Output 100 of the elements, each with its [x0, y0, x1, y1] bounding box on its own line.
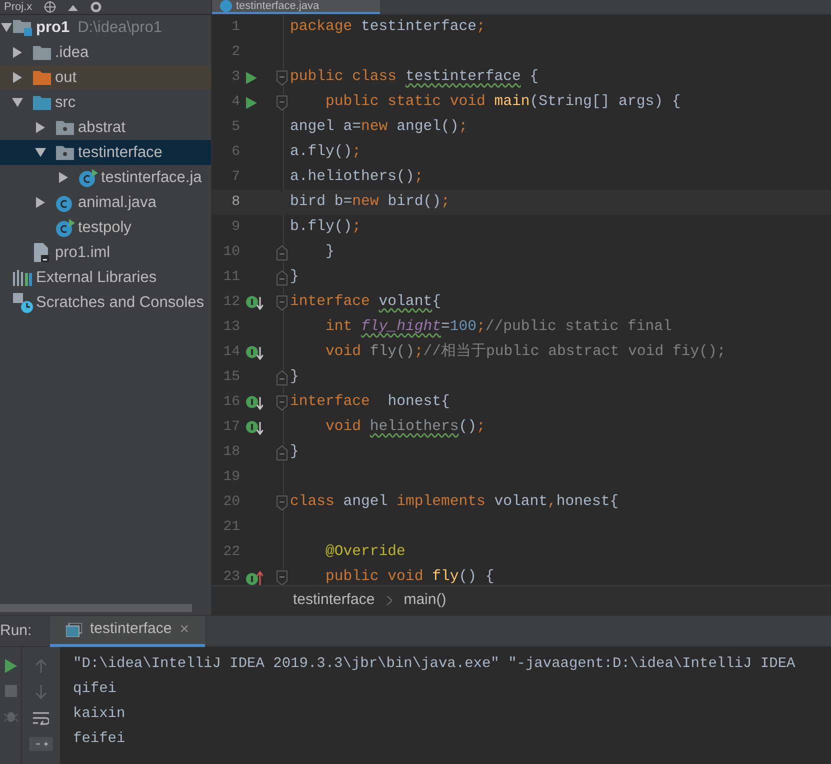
class-icon: [220, 0, 232, 12]
console-line: feifei: [73, 730, 126, 749]
tree-item[interactable]: pro1.iml: [0, 240, 211, 265]
fold-icon[interactable]: [276, 570, 288, 585]
tree-item-label: out: [55, 68, 77, 88]
line-number: 2: [230, 43, 240, 62]
line-number: 8: [230, 193, 240, 212]
line-number: 4: [230, 93, 240, 112]
run-icon[interactable]: [246, 96, 257, 108]
code-text: void heliothers();: [324, 418, 486, 438]
tree-item[interactable]: pro1 D:\idea\pro1: [0, 15, 211, 40]
folder-icon: [33, 45, 51, 60]
folder-icon: [33, 70, 51, 85]
implemented-marker-icon[interactable]: [246, 420, 263, 436]
class-icon: [56, 218, 74, 236]
fold-icon[interactable]: [276, 294, 288, 310]
expanded-arrow-icon[interactable]: [0, 22, 12, 33]
console-line: qifei: [73, 680, 117, 699]
code-text: }: [290, 268, 299, 288]
tree-item[interactable]: External Libraries: [0, 265, 211, 290]
project-path: D:\idea\pro1: [78, 18, 162, 38]
implemented-marker-icon[interactable]: [246, 344, 263, 360]
code-text: void fly();//相当于public abstract void fiy();: [324, 342, 726, 362]
tree-item[interactable]: .idea: [0, 40, 211, 65]
implemented-marker-icon[interactable]: [246, 294, 263, 310]
tree-item[interactable]: animal.java: [0, 190, 211, 215]
soft-wrap-icon[interactable]: [33, 711, 49, 725]
unfold-icon[interactable]: [276, 270, 288, 286]
unfold-icon[interactable]: [276, 244, 288, 260]
line-number: 19: [222, 468, 240, 487]
scratches-icon: [13, 292, 33, 312]
tree-item-label: src: [55, 92, 76, 113]
code-text: interface volant{: [290, 293, 441, 312]
chevron-icon: [386, 596, 392, 605]
breadcrumb[interactable]: main(): [404, 589, 446, 612]
class-icon: [78, 168, 98, 186]
tree-item[interactable]: out: [0, 65, 211, 90]
run-icon[interactable]: [246, 72, 257, 84]
line-number: 10: [222, 243, 240, 262]
collapsed-arrow-icon[interactable]: [58, 172, 68, 183]
console-icon: [66, 622, 82, 636]
tree-item-label: abstrat: [78, 118, 126, 138]
line-number: 11: [222, 268, 240, 287]
package-icon: [56, 145, 74, 160]
collapsed-arrow-icon[interactable]: [12, 72, 22, 83]
code-text: int fly_hight=100;//public static final: [324, 318, 672, 338]
file-icon: [34, 243, 50, 262]
tree-item[interactable]: abstrat: [0, 115, 211, 140]
line-number: 1: [230, 18, 240, 37]
package-icon: [56, 120, 74, 135]
tree-item-label: pro1.iml: [55, 242, 110, 263]
implemented-marker-icon[interactable]: [246, 394, 263, 410]
code-text: b.fly();: [290, 218, 362, 238]
unfold-icon[interactable]: [276, 444, 288, 460]
tree-item[interactable]: testinterface.ja: [0, 165, 211, 190]
breadcrumb[interactable]: testinterface: [293, 589, 375, 612]
editor-tab[interactable]: testinterface.java: [212, 0, 380, 14]
run-icon[interactable]: [4, 659, 16, 673]
line-number: 23: [222, 568, 240, 585]
line-number: 15: [222, 368, 240, 387]
code-text: public static void main(String[] args) {: [324, 93, 681, 112]
code-text: interface honest{: [290, 393, 450, 412]
line-number: 18: [222, 443, 240, 462]
overrides-marker-icon[interactable]: [246, 570, 263, 585]
panel-title[interactable]: Proj.x: [4, 0, 32, 14]
tree-item-label: .idea: [55, 42, 89, 63]
tree-item[interactable]: testinterface: [0, 140, 211, 165]
tree-item[interactable]: testpoly: [0, 215, 211, 240]
code-text: public class testinterface {: [290, 68, 539, 88]
target-icon[interactable]: [44, 1, 56, 13]
line-number: 13: [222, 318, 240, 337]
console-line: "D:\idea\IntelliJ IDEA 2019.3.3\jbr\bin\java.exe" "-javaagent:D:\idea\IntelliJ IDEA: [73, 655, 796, 674]
tree-item[interactable]: Scratches and Consoles: [0, 290, 211, 315]
tree-item-label: testinterface.ja: [101, 168, 202, 188]
collapsed-arrow-icon[interactable]: [34, 197, 46, 208]
line-number: 14: [222, 343, 240, 362]
tree-item-label: pro1: [36, 18, 70, 38]
tree-item-label: testinterface: [78, 142, 162, 163]
run-tab[interactable]: testinterface ×: [50, 616, 206, 646]
fold-icon[interactable]: [276, 94, 288, 110]
unfold-icon[interactable]: [276, 370, 288, 386]
folder-icon: [33, 95, 51, 110]
tree-item[interactable]: src: [0, 90, 211, 115]
expanded-arrow-icon[interactable]: [12, 97, 22, 108]
code-text: angel a=new angel();: [290, 118, 468, 138]
code-text: }: [324, 243, 334, 262]
fold-icon[interactable]: [276, 70, 288, 86]
fold-icon[interactable]: [276, 394, 288, 410]
tree-item-label: Scratches and Consoles: [36, 292, 204, 313]
line-number: 9: [230, 218, 240, 237]
horizontal-scrollbar[interactable]: [0, 604, 192, 612]
settings-icon[interactable]: [90, 1, 102, 13]
line-number: 3: [230, 68, 240, 87]
line-number: 21: [222, 518, 240, 537]
expanded-arrow-icon[interactable]: [34, 147, 46, 158]
collapsed-arrow-icon[interactable]: [34, 122, 46, 133]
fold-icon[interactable]: [276, 494, 288, 510]
expand-icon[interactable]: [29, 737, 53, 751]
collapsed-arrow-icon[interactable]: [12, 47, 22, 58]
tree-item-label: testpoly: [78, 218, 132, 238]
